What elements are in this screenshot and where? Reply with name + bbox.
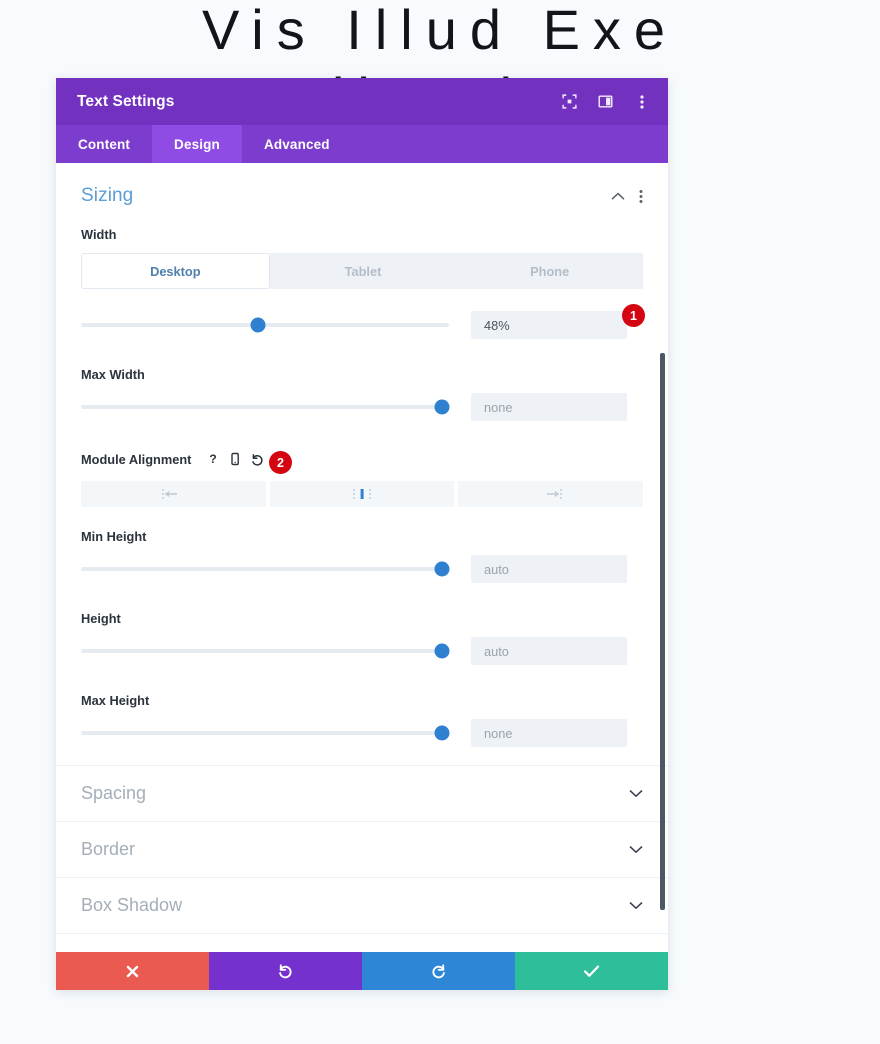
modal-header: Text Settings [56, 78, 668, 125]
module-alignment-header: Module Alignment ? [81, 449, 643, 469]
modal-title: Text Settings [77, 92, 175, 110]
width-value-input[interactable]: 48% [471, 311, 627, 339]
min-height-slider[interactable] [81, 558, 450, 580]
redo-button[interactable] [362, 952, 515, 990]
section-spacing[interactable]: Spacing [56, 765, 668, 821]
sizing-section-header: Sizing [81, 185, 643, 207]
section-box-shadow[interactable]: Box Shadow [56, 877, 668, 933]
layout-panel-icon[interactable] [597, 93, 614, 110]
section-filters-title: Filters [81, 951, 629, 952]
sizing-section-title: Sizing [81, 185, 134, 206]
responsive-tab-desktop[interactable]: Desktop [81, 253, 270, 289]
min-height-slider-track [81, 567, 449, 571]
modal-body: Sizing Width Desktop Tablet Phone 48% Ma… [56, 163, 668, 952]
text-settings-modal: Text Settings Content Design Advanced Si… [56, 78, 668, 990]
more-options-icon[interactable] [639, 189, 643, 204]
width-responsive-tabs: Desktop Tablet Phone [81, 253, 644, 289]
height-row: auto [81, 637, 643, 665]
tab-content[interactable]: Content [56, 125, 152, 163]
modal-footer [56, 952, 668, 990]
svg-text:?: ? [210, 452, 217, 466]
collapsed-sections: Spacing Border Box Shadow Filters [56, 765, 668, 952]
width-slider-thumb[interactable] [250, 317, 266, 333]
modal-tab-bar: Content Design Advanced [56, 125, 668, 163]
min-height-value-input[interactable]: auto [471, 555, 627, 583]
width-label: Width [81, 227, 117, 242]
help-icon[interactable]: ? [202, 449, 224, 469]
redo-icon [430, 963, 447, 980]
max-height-label: Max Height [81, 693, 150, 708]
chevron-down-icon[interactable] [629, 789, 643, 798]
max-width-slider[interactable] [81, 396, 450, 418]
section-box-shadow-title: Box Shadow [81, 895, 183, 915]
section-border[interactable]: Border [56, 821, 668, 877]
section-border-title: Border [81, 839, 136, 859]
min-height-label: Min Height [81, 529, 147, 544]
more-options-icon[interactable] [633, 93, 650, 110]
align-left-button[interactable] [81, 481, 266, 507]
close-icon [125, 964, 140, 979]
max-height-value-input[interactable]: none [471, 719, 627, 747]
cancel-button[interactable] [56, 952, 209, 990]
height-slider-track [81, 649, 449, 653]
height-slider[interactable] [81, 640, 450, 662]
chevron-down-icon[interactable] [629, 845, 643, 854]
annotation-badge-2: 2 [269, 451, 292, 474]
align-right-button[interactable] [458, 481, 644, 507]
max-width-label: Max Width [81, 367, 145, 382]
height-value-input[interactable]: auto [471, 637, 627, 665]
header-icon-group [561, 93, 650, 110]
width-row: 48% [81, 311, 643, 339]
mobile-device-icon[interactable] [224, 449, 246, 469]
undo-icon [277, 963, 294, 980]
responsive-tab-tablet[interactable]: Tablet [269, 253, 457, 289]
max-height-slider-track [81, 731, 449, 735]
height-slider-thumb[interactable] [434, 643, 450, 659]
width-slider[interactable] [81, 314, 449, 336]
settings-scrollbar[interactable] [660, 353, 665, 910]
tab-design[interactable]: Design [152, 125, 242, 163]
tab-advanced[interactable]: Advanced [242, 125, 352, 163]
responsive-tab-phone[interactable]: Phone [456, 253, 644, 289]
max-height-slider-thumb[interactable] [434, 725, 450, 741]
max-width-value-input[interactable]: none [471, 393, 627, 421]
max-height-row: none [81, 719, 643, 747]
undo-button[interactable] [209, 952, 362, 990]
chevron-up-icon[interactable] [611, 192, 625, 201]
module-alignment-label: Module Alignment [81, 451, 192, 467]
module-alignment-options [81, 481, 644, 507]
section-spacing-title: Spacing [81, 783, 147, 803]
max-height-slider[interactable] [81, 722, 450, 744]
save-button[interactable] [515, 952, 668, 990]
check-icon [583, 964, 600, 978]
sizing-section: Sizing Width Desktop Tablet Phone 48% Ma… [56, 163, 668, 747]
align-center-button[interactable] [269, 481, 455, 507]
section-filters[interactable]: Filters [56, 933, 668, 952]
max-width-slider-track [81, 405, 449, 409]
max-width-row: none [81, 393, 643, 421]
max-width-slider-thumb[interactable] [434, 399, 450, 415]
reset-icon[interactable] [246, 449, 268, 469]
fullscreen-icon[interactable] [561, 93, 578, 110]
annotation-badge-1: 1 [622, 304, 645, 327]
height-label: Height [81, 611, 121, 626]
min-height-row: auto [81, 555, 643, 583]
min-height-slider-thumb[interactable] [434, 561, 450, 577]
chevron-down-icon[interactable] [629, 901, 643, 910]
sizing-section-tools [611, 189, 643, 204]
